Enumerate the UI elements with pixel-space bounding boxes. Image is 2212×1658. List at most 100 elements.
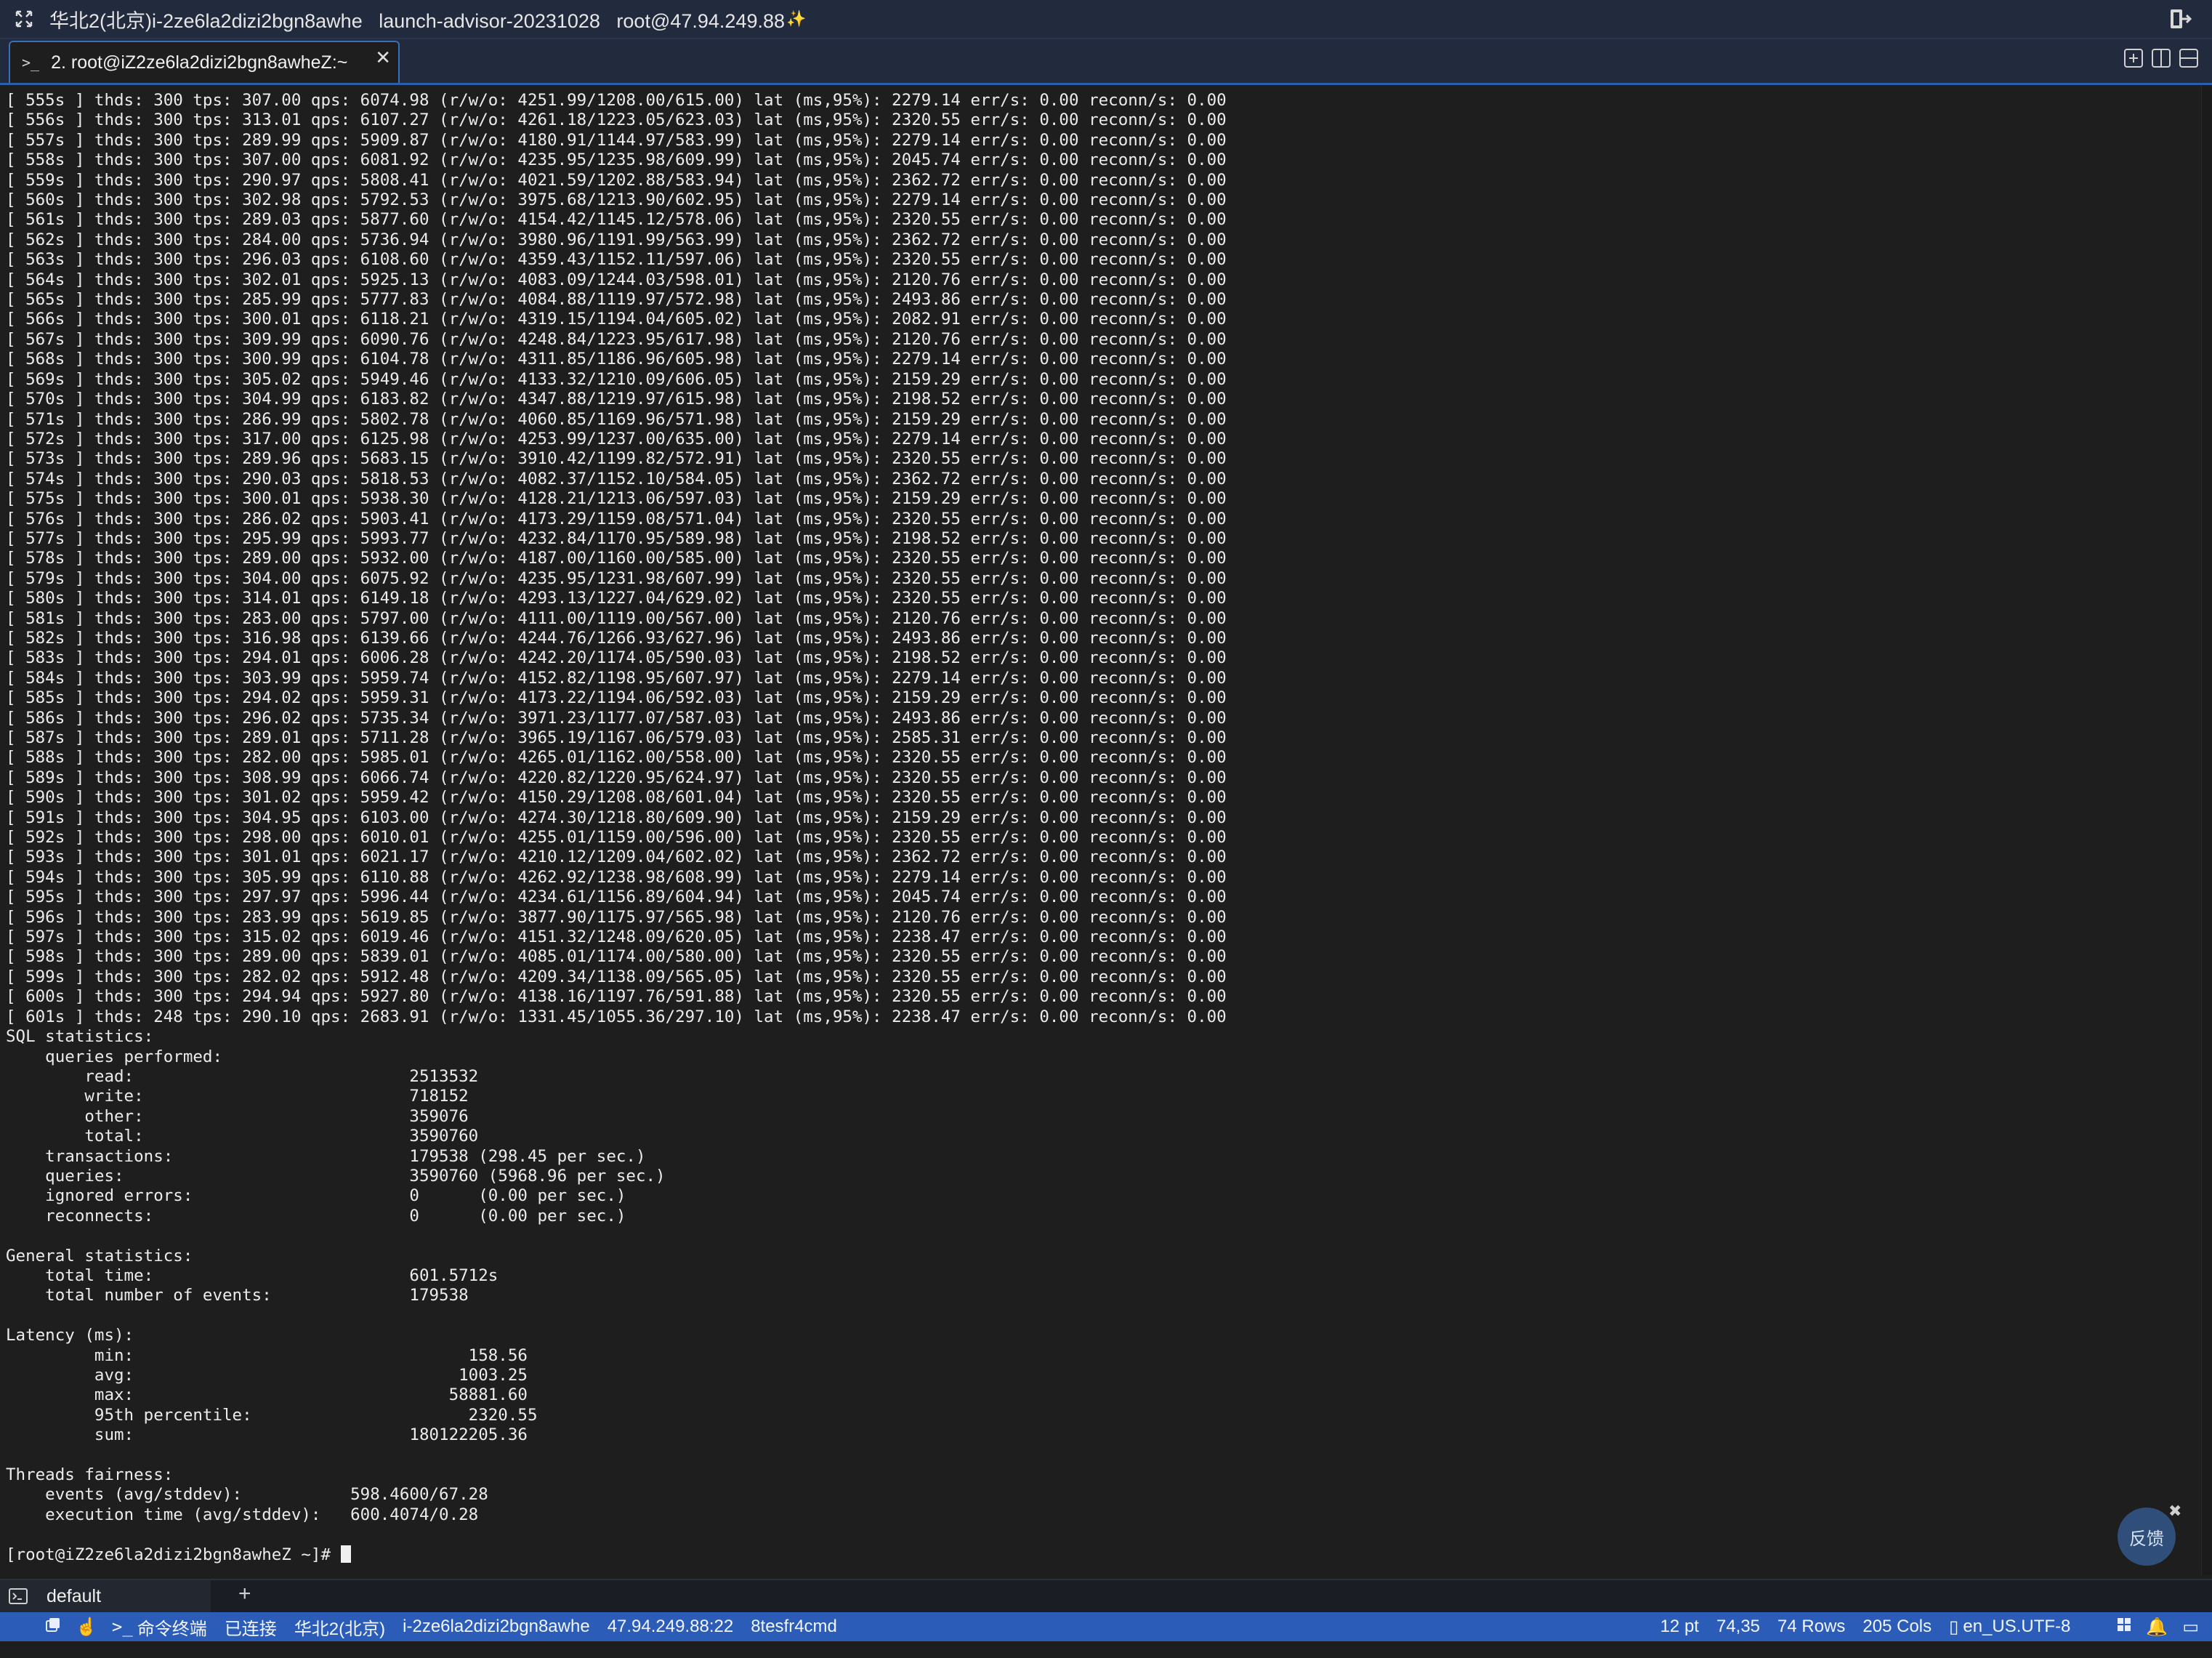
terminal-line: [ 576s ] thds: 300 tps: 286.02 qps: 5903… (6, 509, 1227, 528)
terminal-output[interactable]: [ 555s ] thds: 300 tps: 307.00 qps: 6074… (0, 85, 2202, 1575)
terminal-line: [ 572s ] thds: 300 tps: 317.00 qps: 6125… (6, 429, 1227, 448)
terminal-line: [ 575s ] thds: 300 tps: 300.01 qps: 5938… (6, 489, 1227, 509)
status-font-size[interactable]: 12 pt (1660, 1617, 1699, 1637)
terminal-line: [ 570s ] thds: 300 tps: 304.99 qps: 6183… (6, 390, 1227, 409)
expand-icon[interactable] (12, 7, 36, 31)
status-connection: 已连接 (224, 1619, 277, 1639)
terminal-line: [ 579s ] thds: 300 tps: 304.00 qps: 6075… (6, 568, 1227, 588)
terminal-line: read: 2513532 (84, 1066, 479, 1086)
exit-icon[interactable] (2167, 6, 2193, 32)
terminal-line: [ 568s ] thds: 300 tps: 300.99 qps: 6104… (6, 350, 1227, 369)
status-cols: 205 Cols (1862, 1617, 1932, 1636)
terminal-line: transactions: 179538 (298.45 per sec.) (45, 1146, 646, 1166)
terminal-line: [ 565s ] thds: 300 tps: 285.99 qps: 5777… (6, 290, 1227, 310)
terminal-line: [ 577s ] thds: 300 tps: 295.99 qps: 5993… (6, 528, 1227, 548)
terminal-line: [ 582s ] thds: 300 tps: 316.98 qps: 6139… (6, 628, 1227, 648)
layout-controls (2123, 48, 2199, 68)
status-host: 47.94.249.88:22 (607, 1617, 734, 1636)
terminal-line: [ 567s ] thds: 300 tps: 309.99 qps: 6090… (6, 329, 1227, 349)
terminal-line: ignored errors: 0 (0.00 per sec.) (45, 1186, 626, 1206)
tab-bar: >_ 2. root@iZ2ze6la2dizi2bgn8awheZ:~ ✕ (0, 39, 2212, 85)
terminal-line: [ 601s ] thds: 248 tps: 290.10 qps: 2683… (6, 1007, 1227, 1026)
split-horizontal-icon[interactable] (2179, 48, 2199, 68)
status-session-code: 8tesfr4cmd (751, 1617, 837, 1636)
terminal-lines: [ 555s ] thds: 300 tps: 307.00 qps: 6074… (6, 91, 1227, 1524)
terminal-line: execution time (avg/stddev): 600.4074/0.… (45, 1505, 479, 1524)
terminal-line: [ 591s ] thds: 300 tps: 304.95 qps: 6103… (6, 808, 1227, 827)
terminal-line: [ 564s ] thds: 300 tps: 302.01 qps: 5925… (6, 270, 1227, 289)
status-bar: ☝ >_ 命令终端 已连接 华北2(北京) i-2ze6la2dizi2bgn8… (0, 1612, 2212, 1641)
terminal-line: Latency (ms): (6, 1326, 134, 1345)
feedback-button[interactable]: 反馈 (2118, 1508, 2176, 1566)
terminal-line: total: 3590760 (84, 1127, 479, 1146)
new-pane-icon[interactable] (2123, 48, 2144, 68)
terminal-line: queries: 3590760 (5968.96 per sec.) (45, 1166, 666, 1186)
terminal-line: [ 584s ] thds: 300 tps: 303.99 qps: 5959… (6, 668, 1227, 688)
close-feedback-icon[interactable]: ✖ (2168, 1502, 2181, 1521)
add-session-button[interactable]: + (238, 1582, 251, 1606)
terminal-line: [ 558s ] thds: 300 tps: 307.00 qps: 6081… (6, 150, 1227, 170)
terminal-line: [ 592s ] thds: 300 tps: 298.00 qps: 6010… (6, 828, 1227, 848)
session-bar: default + (0, 1579, 2212, 1612)
terminal-line: [ 580s ] thds: 300 tps: 314.01 qps: 6149… (6, 589, 1227, 608)
sparkle-icon: ✨ (786, 9, 807, 28)
status-cursor-position: 74,35 (1716, 1617, 1761, 1636)
terminal-line: total time: 601.5712s (45, 1265, 498, 1285)
terminal-line: [ 578s ] thds: 300 tps: 289.00 qps: 5932… (6, 549, 1227, 568)
terminal-text: [ 555s ] thds: 300 tps: 307.00 qps: 6074… (6, 91, 1227, 1565)
terminal-prompt-status-icon: >_ (111, 1617, 133, 1637)
terminal-line: min: 158.56 (94, 1345, 528, 1365)
terminal-line: [ 587s ] thds: 300 tps: 289.01 qps: 5711… (6, 728, 1227, 747)
grid-icon[interactable] (2088, 1596, 2131, 1657)
pointer-icon[interactable]: ☝ (76, 1617, 97, 1638)
terminal-line: reconnects: 0 (0.00 per sec.) (45, 1206, 626, 1226)
split-vertical-icon[interactable] (2151, 48, 2171, 68)
terminal-line: [ 599s ] thds: 300 tps: 282.02 qps: 5912… (6, 967, 1227, 986)
terminal-line: [ 597s ] thds: 300 tps: 315.02 qps: 6019… (6, 927, 1227, 947)
terminal-line: [ 583s ] thds: 300 tps: 294.01 qps: 6006… (6, 648, 1227, 668)
terminal-line: General statistics: (6, 1246, 193, 1265)
terminal-line: [ 573s ] thds: 300 tps: 289.96 qps: 5683… (6, 449, 1227, 469)
terminal-line: [ 571s ] thds: 300 tps: 286.99 qps: 5802… (6, 409, 1227, 429)
status-rows: 74 Rows (1777, 1617, 1846, 1636)
bell-icon[interactable]: 🔔 (2146, 1617, 2168, 1638)
tab-terminal-session[interactable]: >_ 2. root@iZ2ze6la2dizi2bgn8awheZ:~ ✕ (9, 41, 400, 83)
terminal-line: avg: 1003.25 (94, 1366, 528, 1385)
terminal-scrollbar[interactable] (2201, 85, 2212, 1575)
terminal-line: queries performed: (45, 1047, 223, 1066)
terminal-cursor (340, 1545, 351, 1563)
terminal-line: [ 562s ] thds: 300 tps: 284.00 qps: 5736… (6, 230, 1227, 249)
window-title-bar: 华北2(北京)i-2ze6la2dizi2bgn8awhe launch-adv… (0, 0, 2212, 39)
terminal-line: other: 359076 (84, 1106, 469, 1126)
terminal-line: [ 559s ] thds: 300 tps: 290.97 qps: 5808… (6, 170, 1227, 190)
terminal-line: 95th percentile: 2320.55 (94, 1405, 538, 1425)
close-tab-icon[interactable]: ✕ (375, 47, 391, 69)
window-title: 华北2(北京)i-2ze6la2dizi2bgn8awhe launch-adv… (49, 9, 786, 32)
terminal-line: [ 590s ] thds: 300 tps: 301.02 qps: 5959… (6, 788, 1227, 808)
terminal-line: [ 598s ] thds: 300 tps: 289.00 qps: 5839… (6, 947, 1227, 967)
terminal-line: [ 556s ] thds: 300 tps: 313.01 qps: 6107… (6, 110, 1227, 130)
terminal-line: [ 557s ] thds: 300 tps: 289.99 qps: 5909… (6, 130, 1227, 150)
status-terminal-type: 命令终端 (137, 1619, 207, 1639)
terminal-line: events (avg/stddev): 598.4600/67.28 (45, 1485, 488, 1505)
terminal-line: [ 585s ] thds: 300 tps: 294.02 qps: 5959… (6, 688, 1227, 708)
terminal-line: [ 581s ] thds: 300 tps: 283.00 qps: 5797… (6, 608, 1227, 628)
terminal-line: [ 595s ] thds: 300 tps: 297.97 qps: 5996… (6, 888, 1227, 907)
terminal-line: [ 586s ] thds: 300 tps: 296.02 qps: 5735… (6, 708, 1227, 728)
terminal-line: max: 58881.60 (94, 1385, 528, 1405)
terminal-line: [ 596s ] thds: 300 tps: 283.99 qps: 5619… (6, 907, 1227, 927)
copy-icon[interactable] (16, 1596, 61, 1658)
chat-icon[interactable]: ▭ (2182, 1617, 2199, 1638)
status-encoding[interactable]: en_US.UTF-8 (1963, 1617, 2070, 1637)
terminal-line: [ 555s ] thds: 300 tps: 307.00 qps: 6074… (6, 91, 1227, 110)
terminal-line: [ 589s ] thds: 300 tps: 308.99 qps: 6066… (6, 768, 1227, 787)
status-region: 华北2(北京) (294, 1619, 386, 1639)
terminal-line: [ 600s ] thds: 300 tps: 294.94 qps: 5927… (6, 987, 1227, 1007)
terminal-line: sum: 180122205.36 (94, 1425, 528, 1445)
terminal-line: [ 594s ] thds: 300 tps: 305.99 qps: 6110… (6, 867, 1227, 887)
terminal-line: [ 561s ] thds: 300 tps: 289.03 qps: 5877… (6, 210, 1227, 230)
terminal-line: total number of events: 179538 (45, 1286, 469, 1305)
terminal-line: write: 718152 (84, 1087, 469, 1106)
terminal-line: Threads fairness: (6, 1465, 174, 1485)
shell-prompt: [root@iZ2ze6la2dizi2bgn8awheZ ~]# (6, 1545, 341, 1564)
